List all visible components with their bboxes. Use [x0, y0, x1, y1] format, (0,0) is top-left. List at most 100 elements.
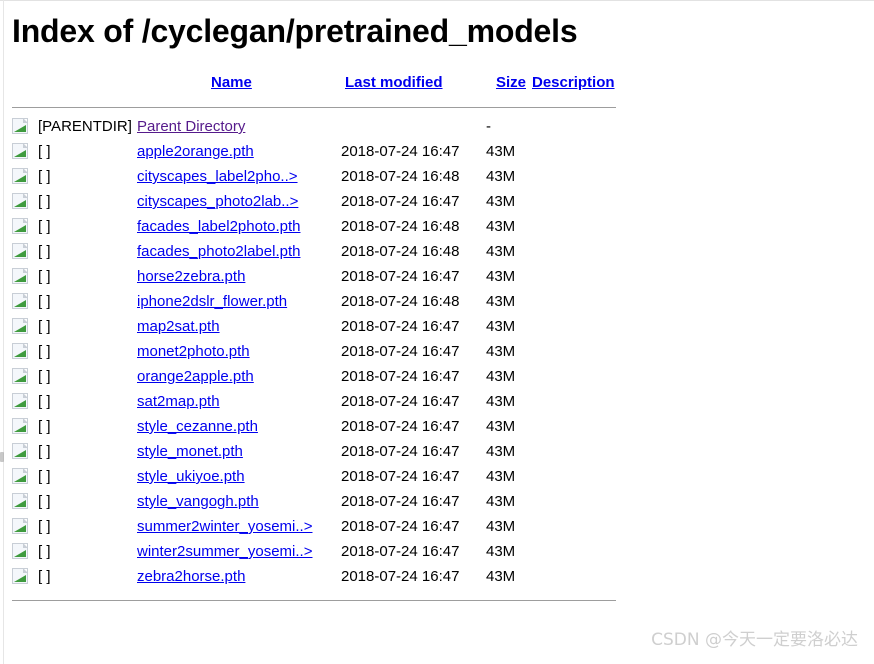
table-row: [ ] cityscapes_label2pho..> 2018-07-24 16:… [12, 164, 616, 189]
row-description [526, 389, 616, 414]
footer-divider [12, 600, 616, 601]
broken-image-icon [12, 143, 28, 159]
file-link[interactable]: cityscapes_label2pho..> [137, 168, 298, 185]
row-last-modified: 2018-07-24 16:47 [341, 518, 460, 535]
row-description [526, 189, 616, 214]
file-link[interactable]: cityscapes_photo2lab..> [137, 193, 298, 210]
row-icon-cell [12, 439, 38, 464]
sort-by-name-link[interactable]: Name [211, 74, 252, 91]
broken-image-icon [12, 368, 28, 384]
row-type-label: [ ] [38, 568, 51, 585]
row-last-modified: 2018-07-24 16:47 [341, 193, 460, 210]
broken-image-icon [12, 443, 28, 459]
row-icon-cell [12, 339, 38, 364]
column-header-size[interactable]: Size [486, 74, 526, 102]
row-last-modified: 2018-07-24 16:47 [341, 393, 460, 410]
row-description [526, 339, 616, 364]
table-row: [ ] sat2map.pth 2018-07-24 16:47 43M [12, 389, 616, 414]
row-icon-cell [12, 189, 38, 214]
file-link[interactable]: style_vangogh.pth [137, 493, 259, 510]
broken-image-icon [12, 568, 28, 584]
broken-image-icon [12, 518, 28, 534]
row-name-cell: orange2apple.pth [137, 364, 341, 389]
file-link[interactable]: zebra2horse.pth [137, 568, 245, 585]
table-row: [ ] zebra2horse.pth 2018-07-24 16:47 43M [12, 564, 616, 589]
row-size: 43M [486, 318, 516, 335]
row-icon-cell [12, 164, 38, 189]
sort-by-last-modified-link[interactable]: Last modified [345, 74, 443, 91]
parent-directory-link[interactable]: Parent Directory [137, 118, 245, 135]
row-icon-cell [12, 414, 38, 439]
row-type-label: [ ] [38, 193, 51, 210]
row-name-cell: summer2winter_yosemi..> [137, 514, 341, 539]
column-header-description[interactable]: Description [526, 74, 616, 102]
row-last-modified [341, 114, 486, 139]
file-link[interactable]: summer2winter_yosemi..> [137, 518, 312, 535]
sort-by-description-link[interactable]: Description [532, 74, 615, 91]
file-link[interactable]: winter2summer_yosemi..> [137, 543, 312, 560]
row-last-modified: 2018-07-24 16:47 [341, 343, 460, 360]
row-description [526, 364, 616, 389]
file-link[interactable]: map2sat.pth [137, 318, 220, 335]
file-link[interactable]: orange2apple.pth [137, 368, 254, 385]
broken-image-icon [12, 493, 28, 509]
broken-image-icon [12, 468, 28, 484]
row-last-modified: 2018-07-24 16:47 [341, 318, 460, 335]
file-link[interactable]: iphone2dslr_flower.pth [137, 293, 287, 310]
broken-image-icon [12, 343, 28, 359]
row-icon-cell [12, 314, 38, 339]
row-icon-cell [12, 239, 38, 264]
row-last-modified: 2018-07-24 16:47 [341, 418, 460, 435]
row-type-label: [ ] [38, 368, 51, 385]
row-last-modified: 2018-07-24 16:47 [341, 143, 460, 160]
page-title: Index of /cyclegan/pretrained_models [12, 13, 578, 49]
row-size: 43M [486, 218, 516, 235]
file-link[interactable]: style_ukiyoe.pth [137, 468, 245, 485]
row-size: 43M [486, 368, 516, 385]
file-link[interactable]: style_cezanne.pth [137, 418, 258, 435]
row-name-cell: sat2map.pth [137, 389, 341, 414]
file-link[interactable]: style_monet.pth [137, 443, 243, 460]
row-icon-cell [12, 489, 38, 514]
row-type-label: [ ] [38, 343, 51, 360]
sort-by-size-link[interactable]: Size [496, 74, 526, 91]
file-link[interactable]: sat2map.pth [137, 393, 220, 410]
file-link[interactable]: apple2orange.pth [137, 143, 254, 160]
row-icon-cell [12, 264, 38, 289]
row-type-label: [ ] [38, 168, 51, 185]
table-row: [ ] horse2zebra.pth 2018-07-24 16:47 43M [12, 264, 616, 289]
row-icon-cell [12, 514, 38, 539]
row-name-cell: map2sat.pth [137, 314, 341, 339]
broken-image-icon [12, 268, 28, 284]
row-type-label: [ ] [38, 518, 51, 535]
file-link[interactable]: facades_photo2label.pth [137, 243, 300, 260]
row-size: 43M [486, 143, 516, 160]
row-icon-cell [12, 214, 38, 239]
row-name-cell: horse2zebra.pth [137, 264, 341, 289]
row-description [526, 114, 616, 139]
file-listing-table: Name Last modified Size Description [PAR… [12, 74, 616, 601]
row-size: 43M [486, 343, 516, 360]
row-icon-cell [12, 289, 38, 314]
row-last-modified: 2018-07-24 16:47 [341, 468, 460, 485]
table-row: [ ] map2sat.pth 2018-07-24 16:47 43M [12, 314, 616, 339]
file-link[interactable]: horse2zebra.pth [137, 268, 245, 285]
column-header-name[interactable]: Name [137, 74, 341, 102]
row-size: 43M [486, 568, 516, 585]
broken-image-icon [12, 168, 28, 184]
row-icon-cell [12, 114, 38, 139]
header-divider [12, 107, 616, 108]
row-type-label: [ ] [38, 143, 51, 160]
row-type-label: [ ] [38, 243, 51, 260]
column-header-last-modified[interactable]: Last modified [341, 74, 486, 102]
row-size: 43M [486, 193, 516, 210]
row-name-cell: monet2photo.pth [137, 339, 341, 364]
file-link[interactable]: monet2photo.pth [137, 343, 250, 360]
row-last-modified: 2018-07-24 16:48 [341, 168, 460, 185]
row-icon-cell [12, 139, 38, 164]
row-name-cell: facades_photo2label.pth [137, 239, 341, 264]
file-link[interactable]: facades_label2photo.pth [137, 218, 300, 235]
row-last-modified: 2018-07-24 16:47 [341, 368, 460, 385]
broken-image-icon [12, 418, 28, 434]
header-icon-spacer [12, 74, 38, 102]
